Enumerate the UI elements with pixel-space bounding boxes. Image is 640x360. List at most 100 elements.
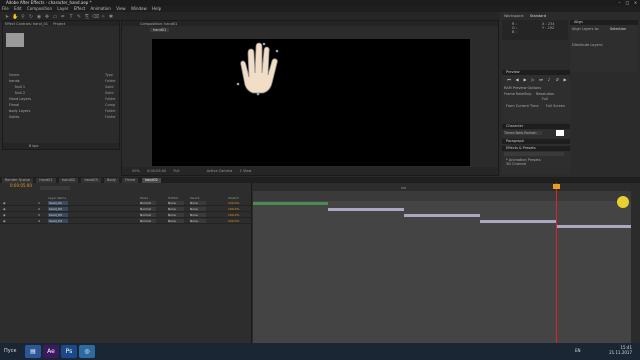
prev-frame-icon[interactable]: ◀ bbox=[514, 77, 520, 82]
work-area[interactable] bbox=[253, 191, 631, 201]
comp-footer: 50% 0:00:05:00 Full Active Camera 1 View bbox=[122, 167, 498, 175]
current-time-indicator[interactable] bbox=[556, 183, 557, 343]
trkmat-select[interactable]: None bbox=[168, 213, 184, 217]
menu-animation[interactable]: Animation bbox=[91, 6, 111, 11]
audio-icon[interactable]: ♪ bbox=[546, 77, 552, 82]
menu-layer[interactable]: Layer bbox=[57, 6, 68, 11]
tab-project[interactable]: Project bbox=[51, 22, 67, 27]
maximize-button[interactable]: □ bbox=[625, 1, 630, 5]
minimize-button[interactable]: – bbox=[617, 1, 622, 5]
comp-viewer[interactable] bbox=[152, 39, 470, 166]
explorer-icon[interactable]: ▤ bbox=[25, 345, 41, 358]
mode-select[interactable]: Normal bbox=[140, 207, 156, 211]
stretch-value[interactable]: 100.0% bbox=[228, 219, 239, 223]
menu-edit[interactable]: Edit bbox=[14, 6, 22, 11]
layer-name[interactable]: hand_03 bbox=[48, 213, 68, 217]
project-item[interactable]: Null 1 Solid bbox=[15, 85, 114, 89]
workspace-select[interactable]: Standard bbox=[530, 14, 546, 18]
last-frame-icon[interactable]: ⏭ bbox=[538, 77, 544, 82]
trkmat-select[interactable]: None bbox=[168, 207, 184, 211]
layer-name[interactable]: hand_01 bbox=[48, 201, 68, 205]
parent-select[interactable]: None bbox=[190, 213, 206, 217]
views-select[interactable]: 1 View bbox=[240, 169, 252, 173]
visibility-eye-icon[interactable]: ◉ bbox=[3, 219, 6, 223]
font-select[interactable]: Times New Roman bbox=[504, 131, 542, 135]
start-button[interactable]: Пуск bbox=[4, 346, 17, 356]
first-frame-icon[interactable]: ⏮ bbox=[506, 77, 512, 82]
mode-select[interactable]: Normal bbox=[140, 219, 156, 223]
visibility-eye-icon[interactable]: ◉ bbox=[3, 213, 6, 217]
layer-row[interactable]: ◉ 2 hand_02 Normal None None 100.0% bbox=[0, 207, 252, 212]
menu-file[interactable]: File bbox=[2, 6, 9, 11]
next-frame-icon[interactable]: ▷ bbox=[530, 77, 536, 82]
photoshop-icon[interactable]: Ps bbox=[61, 345, 77, 358]
project-item[interactable]: Hand Layers Folder bbox=[9, 97, 116, 101]
layer-bar[interactable] bbox=[480, 220, 556, 223]
time-ruler[interactable]: 00f bbox=[253, 183, 631, 191]
timeline-tracks[interactable]: 00f bbox=[253, 183, 631, 343]
comp-breadcrumb[interactable]: hand01 bbox=[150, 28, 170, 32]
project-item[interactable]: body Layers Folder bbox=[9, 109, 116, 113]
comp-timecode[interactable]: 0:00:05:00 bbox=[147, 169, 166, 173]
mode-select[interactable]: Normal bbox=[140, 201, 156, 205]
layer-name[interactable]: hand_02 bbox=[48, 207, 68, 211]
mode-select[interactable]: Normal bbox=[140, 213, 156, 217]
menu-view[interactable]: View bbox=[116, 6, 126, 11]
loop-icon[interactable]: ↺ bbox=[554, 77, 560, 82]
layer-bar[interactable] bbox=[253, 202, 328, 205]
trkmat-select[interactable]: None bbox=[168, 219, 184, 223]
menu-effect[interactable]: Effect bbox=[74, 6, 86, 11]
ram-preview-icon[interactable]: ▶ bbox=[562, 77, 568, 82]
stretch-value[interactable]: 100.0% bbox=[228, 207, 239, 211]
menu-composition[interactable]: Composition bbox=[27, 6, 52, 11]
preview-panel: Preview ⏮ ◀ ▶ ▷ ⏭ ♪ ↺ ▶ RAM Preview Opti… bbox=[502, 70, 570, 122]
timeline-search-input[interactable] bbox=[40, 186, 70, 190]
layer-row[interactable]: ◉ 1 hand_01 Normal None None 100.0% bbox=[0, 201, 252, 206]
tab-composition[interactable]: Composition: hand01 bbox=[138, 22, 179, 27]
layer-bar[interactable] bbox=[556, 225, 631, 228]
language-indicator[interactable]: EN bbox=[575, 348, 581, 353]
project-item[interactable]: Solids Folder bbox=[9, 115, 116, 119]
project-header: Name Type bbox=[9, 73, 113, 77]
from-current-time[interactable]: From Current Time bbox=[506, 104, 539, 108]
close-button[interactable]: × bbox=[633, 1, 638, 5]
taskbar: Пуск ▤ Ae Ps ◎ EN 15:41 21.11.2017 bbox=[0, 343, 640, 360]
playhead-handle-icon[interactable] bbox=[553, 184, 560, 189]
parent-select[interactable]: None bbox=[190, 201, 206, 205]
quality-select[interactable]: Full bbox=[173, 169, 179, 173]
layer-row[interactable]: ◉ 4 hand_04 Normal None None 100.0% bbox=[0, 219, 252, 224]
parent-select[interactable]: None bbox=[190, 207, 206, 211]
menu-window[interactable]: Window bbox=[131, 6, 147, 11]
after-effects-icon[interactable]: Ae bbox=[43, 345, 59, 358]
layer-name[interactable]: hand_04 bbox=[48, 219, 68, 223]
col-type[interactable]: Type bbox=[105, 73, 113, 77]
layer-bar[interactable] bbox=[328, 208, 404, 211]
effects-search-input[interactable] bbox=[504, 152, 564, 156]
timeline-timecode[interactable]: 0:00:05:00 bbox=[10, 184, 32, 188]
project-item[interactable]: Null 2 Solid bbox=[15, 91, 114, 95]
stretch-value[interactable]: 100.0% bbox=[228, 201, 239, 205]
col-name[interactable]: Name bbox=[9, 73, 19, 77]
tab-effect-controls[interactable]: Effect Controls: hand_01 bbox=[3, 22, 50, 27]
browser-icon[interactable]: ◎ bbox=[79, 345, 95, 358]
trkmat-select[interactable]: None bbox=[168, 201, 184, 205]
visibility-eye-icon[interactable]: ◉ bbox=[3, 201, 6, 205]
clock[interactable]: 15:41 21.11.2017 bbox=[609, 345, 632, 355]
effects-item[interactable]: 3D Channel bbox=[506, 162, 526, 166]
align-to-select[interactable]: Selection bbox=[610, 27, 626, 31]
play-icon[interactable]: ▶ bbox=[522, 77, 528, 82]
parent-select[interactable]: None bbox=[190, 219, 206, 223]
stretch-value[interactable]: 100.0% bbox=[228, 213, 239, 217]
bpc-label[interactable]: 8 bpc bbox=[29, 144, 39, 148]
fill-color-swatch[interactable] bbox=[556, 130, 564, 136]
project-item[interactable]: Finnal Comp bbox=[9, 103, 115, 107]
menu-help[interactable]: Help bbox=[152, 6, 161, 11]
visibility-eye-icon[interactable]: ◉ bbox=[3, 207, 6, 211]
resolution-select[interactable]: Full bbox=[542, 97, 548, 101]
camera-select[interactable]: Active Camera bbox=[207, 169, 233, 173]
full-screen-checkbox[interactable]: Full Screen bbox=[546, 104, 565, 108]
layer-row[interactable]: ◉ 3 hand_03 Normal None None 100.0% bbox=[0, 213, 252, 218]
zoom-select[interactable]: 50% bbox=[132, 169, 140, 173]
layer-bar[interactable] bbox=[404, 214, 480, 217]
project-item[interactable]: hands Folder bbox=[9, 79, 116, 83]
